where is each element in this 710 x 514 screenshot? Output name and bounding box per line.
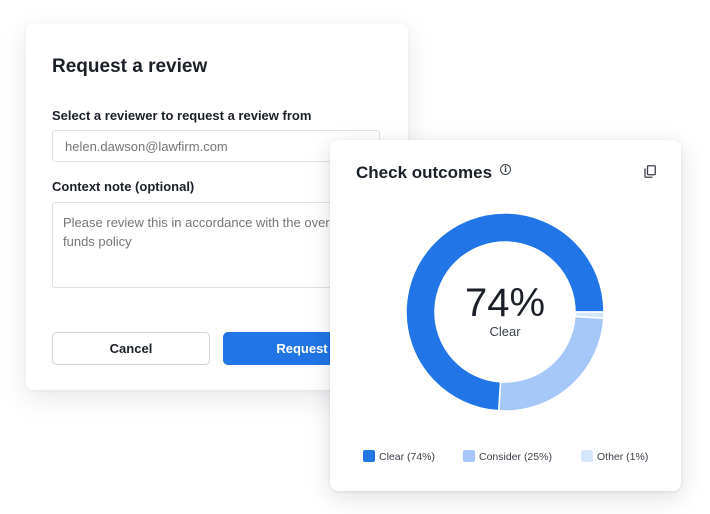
- legend-label-other: Other (1%): [597, 451, 649, 463]
- legend-swatch-consider: [463, 450, 475, 462]
- legend-swatch-clear: [363, 450, 375, 462]
- check-outcomes-card: Check outcomes i 74% Clear Clear (74%) C…: [330, 140, 681, 491]
- legend-item-other: Other (1%): [581, 450, 648, 466]
- legend-swatch-other: [581, 450, 593, 462]
- donut-slice-consider[interactable]: [497, 315, 605, 412]
- copy-icon[interactable]: [644, 165, 656, 178]
- legend-item-clear: Clear (74%): [363, 450, 435, 466]
- request-review-title: Request a review: [52, 56, 208, 77]
- donut-slice-other[interactable]: [574, 311, 605, 320]
- cancel-button[interactable]: Cancel: [52, 332, 210, 365]
- context-note-label: Context note (optional): [52, 179, 195, 194]
- stage: Request a review Select a reviewer to re…: [0, 0, 710, 514]
- legend-label-consider: Consider (25%): [479, 451, 552, 463]
- outcomes-donut-chart: [405, 212, 605, 412]
- reviewer-label: Select a reviewer to request a review fr…: [52, 108, 312, 123]
- legend-label-clear: Clear (74%): [379, 451, 436, 463]
- check-outcomes-title: Check outcomes: [356, 163, 493, 182]
- legend-item-consider: Consider (25%): [463, 450, 552, 466]
- chart-legend: Clear (74%) Consider (25%) Other (1%): [330, 450, 681, 466]
- info-icon[interactable]: i: [500, 164, 511, 175]
